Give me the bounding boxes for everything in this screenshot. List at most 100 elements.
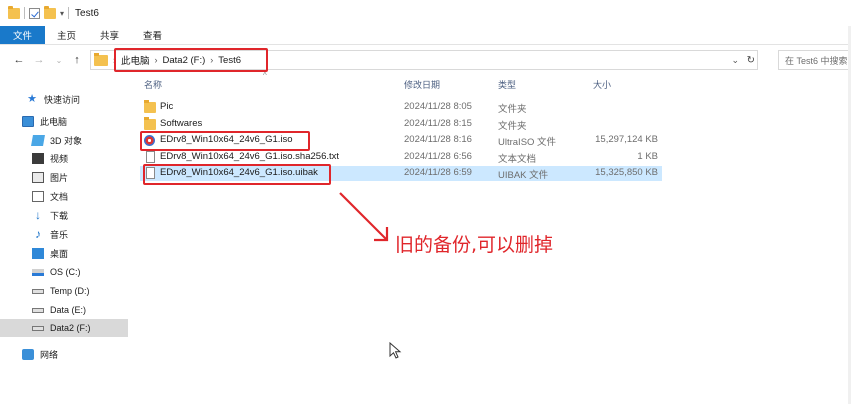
sidebar-item-label: 图片 — [50, 172, 69, 183]
tab-share[interactable]: 共享 — [88, 26, 131, 44]
sidebar-item-quick-access[interactable]: ★ 快速访问 — [0, 90, 128, 108]
text-file-icon — [146, 151, 155, 163]
chevron-down-icon[interactable]: ⌄ — [731, 55, 739, 66]
drive-icon — [32, 325, 44, 331]
table-row[interactable]: EDrv8_Win10x64_24v6_G1.iso 2024/11/28 8:… — [140, 133, 662, 148]
download-icon: ↓ — [35, 207, 41, 222]
sidebar-item-data-e[interactable]: Data (E:) — [0, 301, 128, 319]
sidebar-item-music[interactable]: ♪ 音乐 — [0, 225, 128, 243]
file-date: 2024/11/28 6:59 — [404, 167, 472, 178]
sidebar-item-label: Temp (D:) — [50, 286, 90, 296]
tab-file[interactable]: 文件 — [0, 26, 46, 44]
sort-indicator-icon: ^ — [263, 71, 267, 80]
chevron-right-icon[interactable]: › — [113, 55, 116, 65]
sidebar-item-desktop[interactable]: 桌面 — [0, 244, 128, 262]
sidebar-item-label: 视频 — [50, 153, 69, 164]
toolbar-separator — [24, 7, 25, 19]
column-header-name[interactable]: 名称 — [144, 78, 162, 91]
file-type: 文本文档 — [498, 154, 537, 165]
documents-icon — [32, 190, 44, 202]
annotation-text: 旧的备份,可以删掉 — [395, 234, 554, 256]
video-icon — [32, 152, 44, 164]
pictures-icon — [32, 171, 44, 183]
file-type: 文件夹 — [498, 104, 527, 115]
folder-icon — [94, 52, 108, 66]
file-type: 文件夹 — [498, 121, 527, 132]
sidebar-item-label: OS (C:) — [50, 267, 81, 277]
search-input[interactable]: 在 Test6 中搜索 — [778, 50, 851, 70]
sidebar-item-downloads[interactable]: ↓ 下载 — [0, 206, 128, 224]
sidebar-item-label: Data2 (F:) — [50, 323, 91, 333]
chevron-right-icon[interactable]: › — [155, 55, 158, 65]
sidebar-item-label: 下载 — [50, 210, 69, 221]
sidebar-item-os-c[interactable]: OS (C:) — [0, 263, 128, 281]
chevron-right-icon[interactable]: › — [210, 55, 213, 65]
file-icon — [146, 167, 155, 179]
table-row[interactable]: EDrv8_Win10x64_24v6_G1.iso.sha256.txt 20… — [140, 150, 662, 165]
sidebar-item-data2-f[interactable]: Data2 (F:) — [0, 319, 128, 337]
column-header-size[interactable]: 大小 — [593, 78, 611, 91]
desktop-icon — [32, 247, 44, 259]
computer-icon — [22, 115, 34, 127]
column-header-type[interactable]: 类型 — [498, 78, 516, 91]
file-size: 1 KB — [637, 151, 658, 162]
refresh-icon[interactable]: ↻ — [747, 55, 755, 66]
music-icon: ♪ — [35, 226, 41, 241]
sidebar-item-label: 网络 — [40, 349, 59, 360]
new-folder-icon[interactable] — [44, 5, 56, 19]
sidebar-item-label: 此电脑 — [40, 116, 68, 127]
file-name: EDrv8_Win10x64_24v6_G1.iso — [160, 134, 293, 145]
file-name: Softwares — [160, 118, 203, 129]
table-row[interactable]: Softwares 2024/11/28 8:15 文件夹 — [140, 117, 662, 132]
sidebar-item-pictures[interactable]: 图片 — [0, 168, 128, 186]
table-row[interactable]: EDrv8_Win10x64_24v6_G1.iso.uibak 2024/11… — [140, 166, 662, 181]
sidebar-item-label: 桌面 — [50, 248, 69, 259]
ultraiso-icon — [144, 135, 155, 146]
properties-icon[interactable] — [29, 7, 40, 19]
file-size: 15,325,850 KB — [595, 167, 658, 178]
file-size: 15,297,124 KB — [595, 134, 658, 145]
toolbar-separator — [68, 7, 70, 19]
breadcrumb-this-pc[interactable]: 此电脑 — [121, 53, 150, 67]
sidebar-item-this-pc[interactable]: 此电脑 — [0, 112, 128, 130]
folder-icon — [8, 5, 20, 19]
breadcrumb-data2[interactable]: Data2 (F:) — [163, 55, 206, 66]
sidebar-item-videos[interactable]: 视频 — [0, 149, 128, 167]
annotation-arrow-icon — [339, 192, 389, 242]
file-name: EDrv8_Win10x64_24v6_G1.iso.uibak — [160, 167, 318, 178]
back-arrow-icon[interactable]: ← — [12, 54, 26, 66]
sidebar-item-temp-d[interactable]: Temp (D:) — [0, 282, 128, 300]
drive-icon — [32, 307, 44, 313]
file-type: UltraISO 文件 — [498, 137, 557, 148]
sidebar-item-documents[interactable]: 文档 — [0, 187, 128, 205]
up-arrow-icon[interactable]: ↑ — [70, 54, 84, 66]
file-name: Pic — [160, 101, 174, 112]
file-type: UIBAK 文件 — [498, 170, 549, 181]
file-date: 2024/11/28 8:05 — [404, 101, 472, 112]
quick-access-dropdown-icon[interactable]: ▾ — [60, 9, 64, 18]
breadcrumb-test6[interactable]: Test6 — [218, 55, 241, 66]
sidebar-item-label: 快速访问 — [44, 94, 81, 105]
file-date: 2024/11/28 8:16 — [404, 134, 472, 145]
sidebar-item-label: 文档 — [50, 191, 69, 202]
3d-objects-icon — [31, 134, 45, 146]
forward-arrow-icon[interactable]: → — [32, 54, 46, 66]
folder-icon — [144, 100, 156, 113]
column-header-date[interactable]: 修改日期 — [404, 78, 440, 91]
title-bar: ▾ Test6 — [0, 0, 851, 26]
drive-icon — [32, 288, 44, 294]
file-date: 2024/11/28 6:56 — [404, 151, 472, 162]
tab-view[interactable]: 查看 — [131, 26, 174, 44]
sidebar-item-3d-objects[interactable]: 3D 对象 — [0, 131, 128, 149]
navigation-bar: ← → ⌄ ↑ › 此电脑 › Data2 (F:) › Test6 ⌄ ↻ 在… — [0, 47, 851, 73]
sidebar-item-label: Data (E:) — [50, 305, 87, 315]
sidebar-item-network[interactable]: 网络 — [0, 345, 128, 363]
mouse-cursor-icon — [389, 342, 402, 359]
tab-home[interactable]: 主页 — [45, 26, 88, 44]
table-row[interactable]: Pic 2024/11/28 8:05 文件夹 — [140, 100, 662, 115]
sidebar-item-label: 3D 对象 — [50, 135, 83, 146]
window-title: Test6 — [75, 7, 99, 19]
navigation-pane: ★ 快速访问 此电脑 3D 对象 视频 图片 文档 ↓ 下载 ♪ 音乐 桌面 O… — [0, 75, 130, 404]
address-bar[interactable]: › 此电脑 › Data2 (F:) › Test6 ⌄ ↻ — [90, 50, 758, 70]
recent-locations-icon[interactable]: ⌄ — [52, 56, 66, 65]
